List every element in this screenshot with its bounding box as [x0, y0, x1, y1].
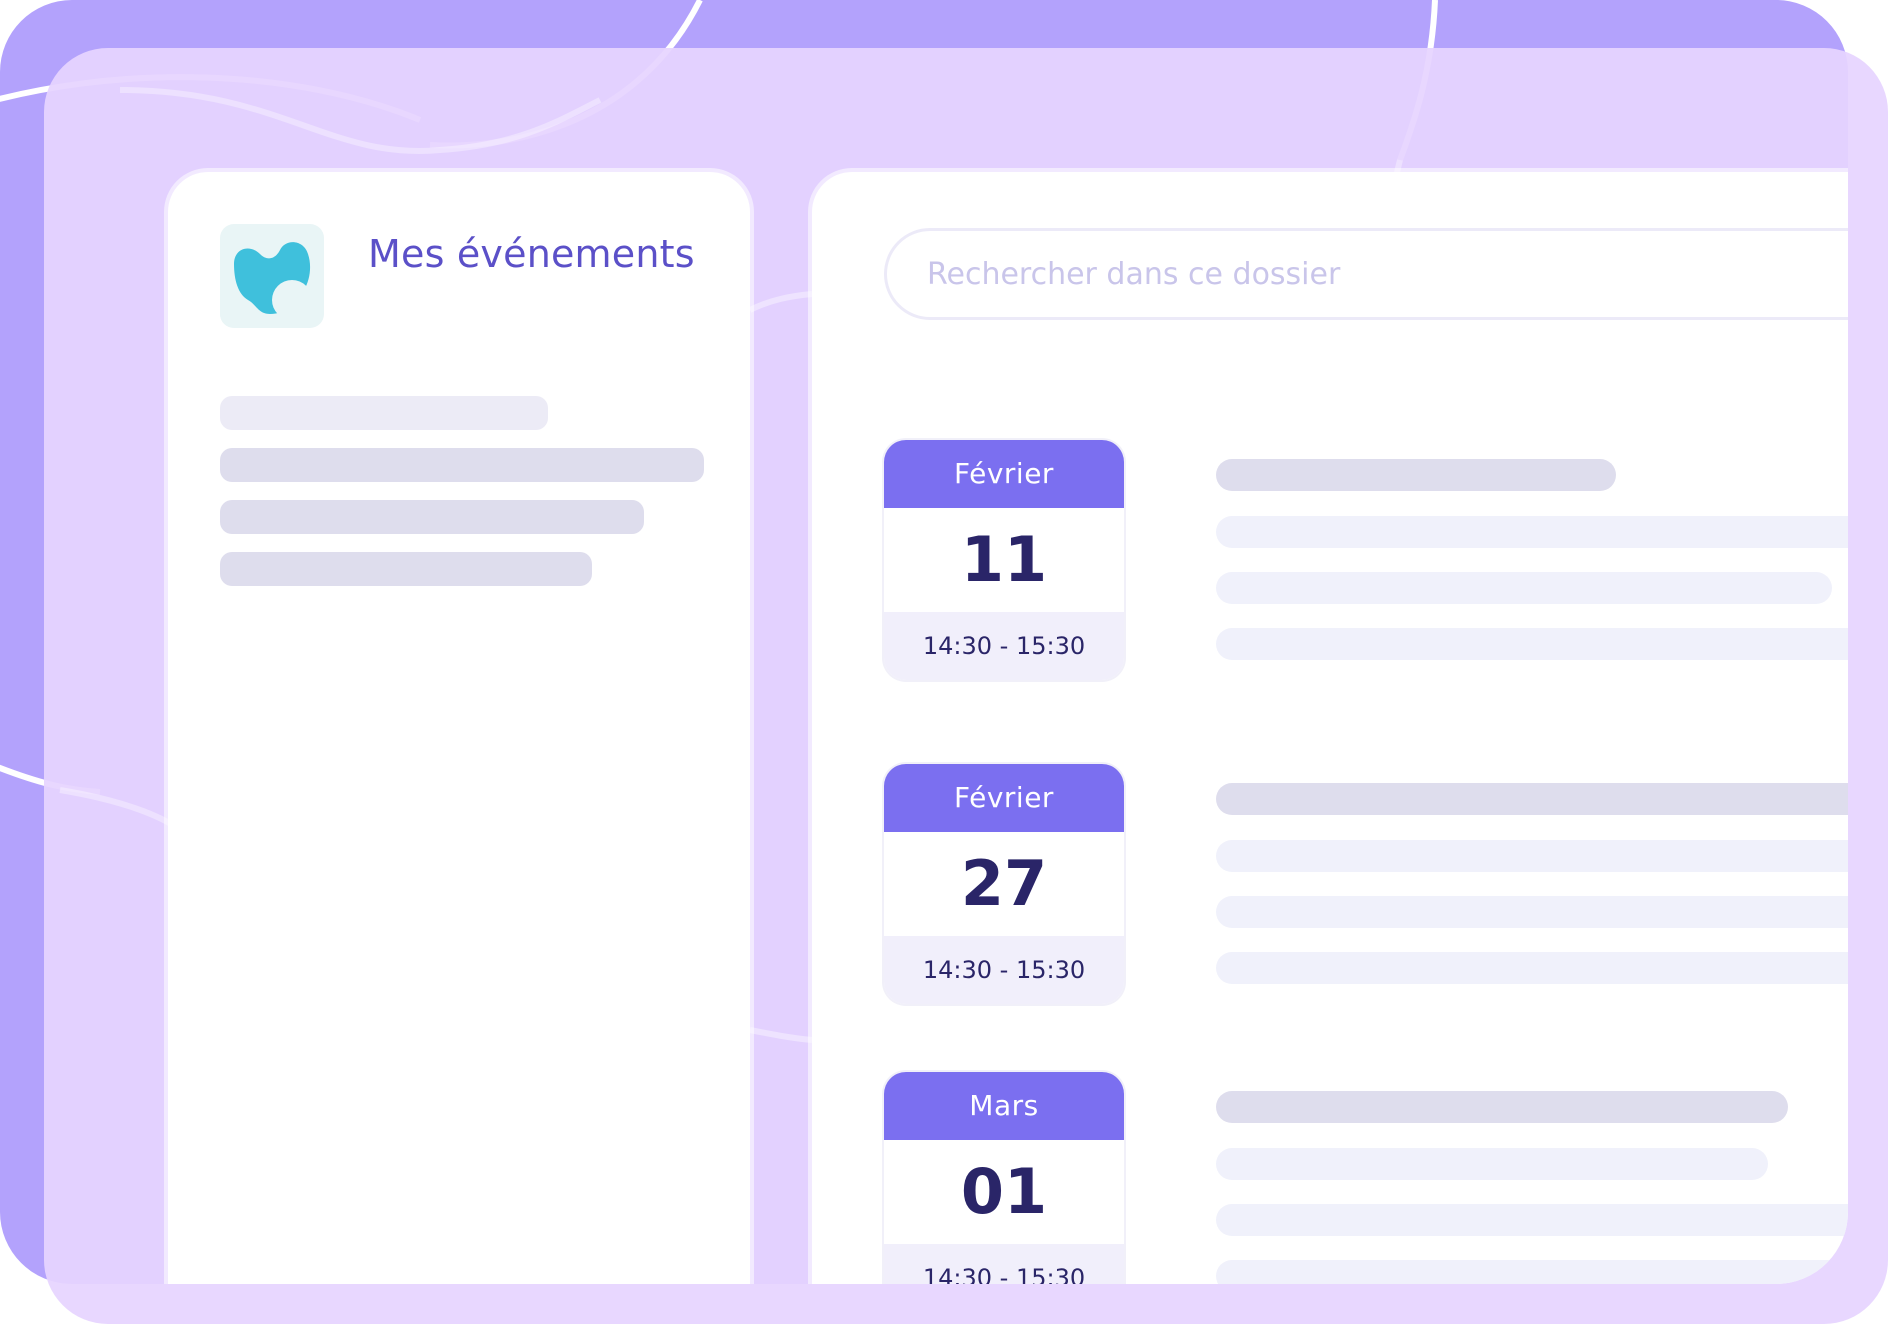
event-time: 14:30 - 15:30 — [884, 1244, 1124, 1284]
event-detail-skeleton — [1216, 952, 1848, 984]
event-detail-skeleton — [1216, 840, 1848, 872]
app-title: Mes événements — [368, 232, 695, 276]
blob-logo-icon — [220, 224, 324, 328]
event-date-card[interactable]: Février 27 14:30 - 15:30 — [884, 764, 1124, 1004]
search-input[interactable] — [927, 231, 1827, 317]
event-detail-skeleton — [1216, 1148, 1768, 1180]
illustration-stage: Mes événements Février 11 14:30 - 15:30 — [0, 0, 1888, 1324]
skeleton-line — [220, 500, 644, 534]
event-day: 27 — [884, 832, 1124, 936]
sidebar-panel: Mes événements — [168, 172, 750, 1284]
event-time: 14:30 - 15:30 — [884, 612, 1124, 680]
event-day: 11 — [884, 508, 1124, 612]
event-title-skeleton — [1216, 1091, 1788, 1123]
event-title-skeleton — [1216, 459, 1616, 491]
skeleton-line — [220, 552, 592, 586]
event-title-skeleton — [1216, 783, 1848, 815]
event-detail-skeleton — [1216, 1204, 1848, 1236]
search-box[interactable] — [884, 228, 1848, 320]
event-detail-skeleton — [1216, 628, 1848, 660]
content-viewport: Mes événements Février 11 14:30 - 15:30 — [0, 0, 1848, 1284]
event-time: 14:30 - 15:30 — [884, 936, 1124, 1004]
main-panel: Février 11 14:30 - 15:30 Février 27 14:3… — [812, 172, 1848, 1284]
event-detail-skeleton — [1216, 1260, 1848, 1284]
skeleton-line — [220, 448, 704, 482]
event-date-card[interactable]: Février 11 14:30 - 15:30 — [884, 440, 1124, 680]
event-detail-skeleton — [1216, 896, 1848, 928]
event-month: Février — [884, 440, 1124, 508]
skeleton-line — [220, 396, 548, 430]
event-detail-skeleton — [1216, 572, 1832, 604]
event-date-card[interactable]: Mars 01 14:30 - 15:30 — [884, 1072, 1124, 1284]
event-month: Février — [884, 764, 1124, 832]
event-day: 01 — [884, 1140, 1124, 1244]
event-month: Mars — [884, 1072, 1124, 1140]
event-detail-skeleton — [1216, 516, 1848, 548]
